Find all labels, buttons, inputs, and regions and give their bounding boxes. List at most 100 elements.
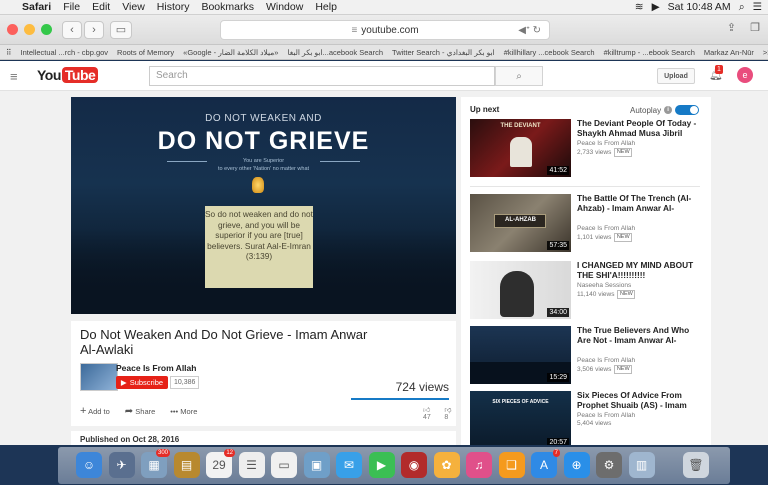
sidebar-button[interactable]: ▭ <box>110 20 132 39</box>
upload-button[interactable]: Upload <box>657 68 695 84</box>
favorite-link[interactable]: Roots of Memory <box>117 48 174 57</box>
dislike-button[interactable]: 👎︎ 8 <box>444 405 456 421</box>
favorite-link[interactable]: ابو بكر البغا...acebook Search <box>287 48 383 57</box>
forward-button[interactable]: › <box>84 20 104 39</box>
preview-icon[interactable]: ▣ <box>303 452 330 478</box>
stickies-icon[interactable]: ▭ <box>271 452 297 478</box>
subscribe-button[interactable]: ▶ Subscribe <box>116 376 168 389</box>
recommended-channel[interactable]: Peace Is From Allah <box>577 357 635 364</box>
facetime-icon[interactable]: ▶ <box>368 452 395 478</box>
recommended-video[interactable]: 15:29 The True Believers And Who Are Not… <box>470 325 701 384</box>
favorite-link[interactable]: Intellectual ...rch - cbp.gov <box>21 48 109 57</box>
video-duration: 57:35 <box>547 241 569 250</box>
recommended-channel[interactable]: Peace Is From Allah <box>577 140 635 147</box>
video-thumbnail[interactable]: AL-AHZAB 57:35 <box>470 194 571 252</box>
autoplay-toggle[interactable] <box>675 105 700 115</box>
menu-edit[interactable]: Edit <box>92 1 110 13</box>
back-button[interactable]: ‹ <box>62 20 82 39</box>
thumbnail-heading-large: DO NOT GRIEVE <box>157 127 370 155</box>
guide-menu-icon[interactable]: ≡ <box>10 69 18 84</box>
photos-browser-icon[interactable]: ▦ 300 <box>141 449 170 478</box>
channel-avatar[interactable] <box>80 363 118 391</box>
recommended-title[interactable]: The True Believers And Who Are Not - Ima… <box>577 325 701 346</box>
menu-help[interactable]: Help <box>315 1 337 13</box>
favorite-link[interactable]: #killhillary ...cebook Search <box>504 48 595 57</box>
thumbnail-figure <box>510 137 532 167</box>
favorites-bar: ⠿ Intellectual ...rch - cbp.gov Roots of… <box>0 45 768 60</box>
video-title: Do Not Weaken And Do Not Grieve - Imam A… <box>80 327 368 357</box>
trash-icon[interactable]: 🗑 <box>683 452 709 478</box>
menu-safari[interactable]: Safari <box>22 1 51 13</box>
recommended-channel[interactable]: Peace Is From Allah <box>577 225 635 232</box>
finder-icon[interactable]: ☺ <box>76 452 102 478</box>
app-store-icon[interactable]: A7 <box>531 449 560 478</box>
menu-view[interactable]: View <box>122 1 145 13</box>
youtube-logo[interactable]: You Tube <box>37 67 99 83</box>
messages-icon[interactable]: ✉ <box>336 452 362 478</box>
photo-booth-icon[interactable]: ◉ <box>401 452 427 478</box>
info-icon[interactable]: i <box>664 106 673 114</box>
recommended-title[interactable]: I CHANGED MY MIND ABOUT THE SHI'A!!!!!!!… <box>577 260 701 281</box>
launchpad-icon[interactable]: ✈ <box>108 452 135 478</box>
menu-history[interactable]: History <box>157 1 190 13</box>
notifications-button[interactable]: 🔔︎ 1 <box>709 65 723 82</box>
favorites-overflow-button[interactable]: >> <box>763 48 768 57</box>
more-button[interactable]: ••• More <box>170 407 197 416</box>
clock-text[interactable]: Sat 10:48 AM <box>668 1 731 13</box>
recommended-video[interactable]: THE DEVIANT 41:52 The Deviant People Of … <box>470 118 701 177</box>
search-button[interactable]: ⌕ <box>495 66 543 86</box>
video-thumbnail[interactable]: 34:00 <box>470 261 571 319</box>
favorite-link[interactable]: Markaz An-Nūr <box>704 48 754 57</box>
video-thumbnail[interactable]: SIX PIECES OF ADVICE 20:57 <box>470 391 571 449</box>
menu-window[interactable]: Window <box>266 1 303 13</box>
battery-icon[interactable]: ▶ <box>652 1 660 13</box>
notification-center-icon[interactable]: ☰ <box>753 1 762 13</box>
video-thumbnail[interactable]: 15:29 <box>470 326 571 384</box>
recommended-video[interactable]: 34:00 I CHANGED MY MIND ABOUT THE SHI'A!… <box>470 260 701 319</box>
reload-icon[interactable]: ◀ᐩ ↻ <box>518 25 541 36</box>
favorite-link[interactable]: «Google - ميلاد الكلامة الضار» <box>183 48 278 57</box>
search-input[interactable]: Search <box>149 66 495 86</box>
ibooks-icon[interactable]: ❑ <box>498 452 525 478</box>
notes-icon[interactable]: ▤ <box>173 452 200 478</box>
tabs-icon[interactable]: ❐ <box>750 21 760 34</box>
system-preferences-icon[interactable]: ⚙ <box>596 452 622 478</box>
share-button[interactable]: ➦ Share <box>125 406 156 417</box>
recommended-title[interactable]: The Deviant People Of Today - Shaykh Ahm… <box>577 118 701 139</box>
close-window-icon[interactable] <box>7 24 18 35</box>
zoom-window-icon[interactable] <box>41 24 52 35</box>
thumbs-down-icon: 👎︎ <box>444 407 452 414</box>
recommended-title[interactable]: The Battle Of The Trench (Al-Ahzab) - Im… <box>577 193 701 214</box>
avatar[interactable]: e <box>737 67 753 83</box>
video-thumbnail[interactable]: THE DEVIANT 41:52 <box>470 119 571 177</box>
address-bar[interactable]: ≡ youtube.com ◀ᐩ ↻ <box>220 20 550 40</box>
finder-window-icon[interactable]: ▥ <box>628 452 655 478</box>
safari-icon[interactable]: ⊕ <box>563 452 590 478</box>
reminders-icon[interactable]: ☰ <box>238 452 265 478</box>
minimize-window-icon[interactable] <box>24 24 35 35</box>
menu-file[interactable]: File <box>63 1 80 13</box>
top-sites-icon[interactable]: ⠿ <box>6 48 12 57</box>
recommended-video[interactable]: AL-AHZAB 57:35 The Battle Of The Trench … <box>470 193 701 252</box>
recommended-channel[interactable]: Naseeha Sessions <box>577 282 631 289</box>
video-player[interactable]: DO NOT WEAKEN AND DO NOT GRIEVE You are … <box>71 97 456 314</box>
photos-icon[interactable]: ✿ <box>433 452 460 478</box>
favorite-link[interactable]: Twitter Search - ابو بكر البغدادي <box>392 48 495 57</box>
recommended-title[interactable]: Six Pieces Of Advice From Prophet Shuaib… <box>577 390 701 411</box>
itunes-icon[interactable]: ♫ <box>466 452 492 478</box>
calendar-icon[interactable]: 29 12 <box>206 449 235 478</box>
like-button[interactable]: 👍︎ 47 <box>423 405 438 421</box>
share-icon[interactable]: ⇪ <box>727 21 736 34</box>
recommended-video[interactable]: SIX PIECES OF ADVICE 20:57 Six Pieces Of… <box>470 390 701 449</box>
recommended-meta: 1,101 views NEW <box>577 233 633 242</box>
channel-name[interactable]: Peace Is From Allah <box>116 363 196 373</box>
spotlight-icon[interactable]: ⌕ <box>739 1 745 14</box>
new-badge: NEW <box>614 365 633 374</box>
wifi-icon[interactable]: ≋ <box>635 1 644 13</box>
recommended-channel[interactable]: Peace Is From Allah <box>577 412 635 419</box>
menu-bookmarks[interactable]: Bookmarks <box>201 1 254 13</box>
add-to-button[interactable]: + Add to <box>80 405 110 417</box>
recommended-meta: 3,506 views NEW <box>577 365 633 374</box>
video-duration: 15:29 <box>547 373 569 382</box>
favorite-link[interactable]: #killtrump - ...ebook Search <box>604 48 695 57</box>
